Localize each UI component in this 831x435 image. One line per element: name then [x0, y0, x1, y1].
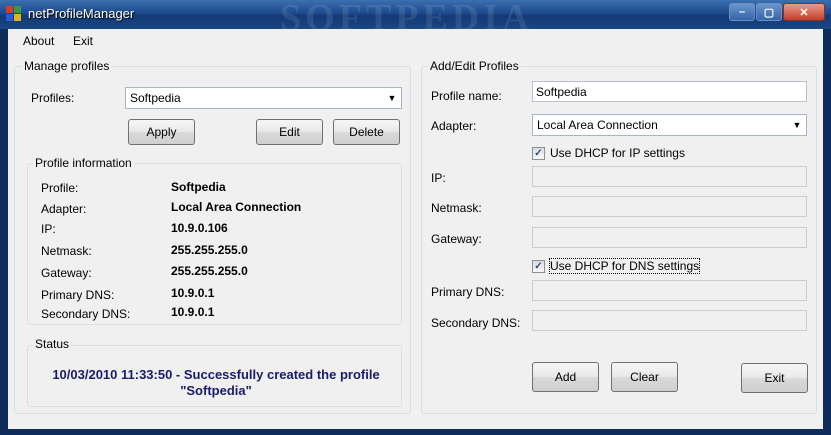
profile-name-label: Profile name:: [431, 89, 502, 103]
dhcp-dns-label: Use DHCP for DNS settings: [548, 258, 701, 274]
status-title: Status: [33, 337, 72, 351]
close-button[interactable]: ✕: [783, 3, 825, 21]
ip-label: IP:: [431, 171, 446, 185]
ip-input[interactable]: [532, 166, 807, 187]
dhcp-ip-checkbox[interactable]: ✓ Use DHCP for IP settings: [532, 146, 685, 160]
info-netmask-label: Netmask:: [41, 244, 92, 258]
profile-name-input-value: Softpedia: [536, 85, 587, 99]
window-title: netProfileManager: [28, 6, 135, 21]
adapter-label: Adapter:: [431, 119, 477, 133]
checkmark-icon: ✓: [532, 259, 545, 273]
adapter-select-value: Local Area Connection: [537, 118, 658, 132]
gateway-input[interactable]: [532, 227, 807, 248]
checkmark-icon: ✓: [532, 146, 545, 160]
clear-button[interactable]: Clear: [611, 362, 678, 392]
app-window: SOFTPEDIA netProfileManager – ▢ ✕ About …: [0, 0, 831, 435]
info-netmask-value: 255.255.255.0: [171, 243, 248, 257]
profiles-select[interactable]: Softpedia ▼: [125, 87, 402, 109]
chevron-down-icon: ▼: [387, 93, 397, 103]
apply-button[interactable]: Apply: [128, 119, 195, 145]
status-message-line2: "Softpedia": [180, 383, 252, 398]
dhcp-dns-checkbox[interactable]: ✓ Use DHCP for DNS settings: [532, 258, 701, 274]
info-adapter-label: Adapter:: [41, 202, 87, 216]
status-message: 10/03/2010 11:33:50 - Successfully creat…: [26, 367, 406, 399]
info-gateway-value: 255.255.255.0: [171, 264, 248, 278]
profile-name-input[interactable]: Softpedia: [532, 81, 807, 102]
info-profile-value: Softpedia: [171, 180, 226, 194]
minimize-icon: –: [738, 6, 746, 18]
status-message-line1: 10/03/2010 11:33:50 - Successfully creat…: [52, 367, 380, 382]
primary-dns-label: Primary DNS:: [431, 285, 505, 299]
info-secondary-dns-label: Secondary DNS:: [41, 307, 131, 321]
exit-button[interactable]: Exit: [741, 363, 808, 393]
profiles-label: Profiles:: [31, 91, 75, 105]
profile-information-title: Profile information: [33, 156, 134, 170]
close-icon: ✕: [799, 6, 809, 19]
info-primary-dns-value: 10.9.0.1: [171, 286, 215, 300]
info-ip-value: 10.9.0.106: [171, 221, 228, 235]
manage-profiles-title: Manage profiles: [22, 59, 112, 73]
secondary-dns-input[interactable]: [532, 310, 807, 331]
gateway-label: Gateway:: [431, 232, 482, 246]
menu-bar: About Exit: [8, 29, 823, 53]
maximize-icon: ▢: [763, 6, 775, 19]
delete-button[interactable]: Delete: [333, 119, 400, 145]
add-button[interactable]: Add: [532, 362, 599, 392]
edit-button[interactable]: Edit: [256, 119, 323, 145]
minimize-button[interactable]: –: [729, 3, 755, 21]
info-gateway-label: Gateway:: [41, 266, 92, 280]
app-icon: [6, 6, 22, 22]
menu-about[interactable]: About: [23, 34, 54, 48]
client-area: About Exit Manage profiles Profiles: Sof…: [8, 29, 823, 429]
info-ip-label: IP:: [41, 222, 56, 236]
info-adapter-value: Local Area Connection: [171, 200, 302, 214]
menu-exit[interactable]: Exit: [73, 34, 93, 48]
info-profile-label: Profile:: [41, 181, 79, 195]
add-edit-profiles-title: Add/Edit Profiles: [428, 59, 521, 73]
adapter-select[interactable]: Local Area Connection ▼: [532, 114, 807, 136]
netmask-input[interactable]: [532, 196, 807, 217]
profiles-select-value: Softpedia: [130, 91, 181, 105]
caption-buttons: – ▢ ✕: [728, 3, 825, 21]
primary-dns-input[interactable]: [532, 280, 807, 301]
netmask-label: Netmask:: [431, 201, 482, 215]
info-secondary-dns-value: 10.9.0.1: [171, 305, 215, 319]
title-bar[interactable]: SOFTPEDIA netProfileManager – ▢ ✕: [0, 0, 831, 39]
info-primary-dns-label: Primary DNS:: [41, 288, 115, 302]
maximize-button[interactable]: ▢: [756, 3, 782, 21]
secondary-dns-label: Secondary DNS:: [431, 316, 521, 330]
dhcp-ip-label: Use DHCP for IP settings: [550, 146, 685, 160]
chevron-down-icon: ▼: [792, 120, 802, 130]
